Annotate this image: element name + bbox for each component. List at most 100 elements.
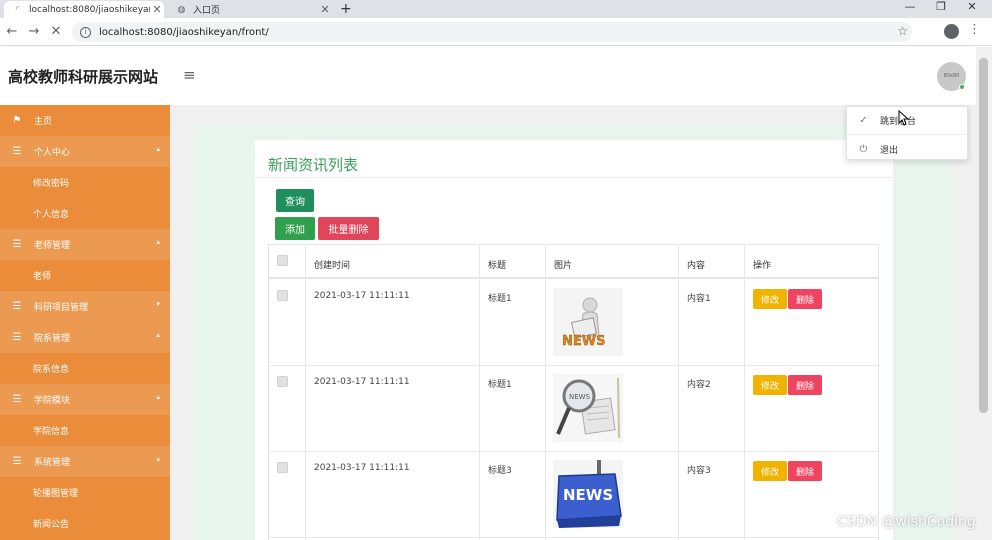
sidebar-item-label: 主页 xyxy=(34,117,53,127)
caret-up-icon: ▴ xyxy=(156,331,160,339)
menu-item-logout[interactable]: ⏻ 退出 xyxy=(847,137,967,161)
sidebar-group-department-management[interactable]: ☰ 院系管理 ▴ xyxy=(0,322,170,353)
column-divider xyxy=(479,244,480,540)
column-divider xyxy=(744,244,745,540)
sidebar-item-label: 系统管理 xyxy=(34,458,71,468)
sidebar-item-home[interactable]: ⚑ 主页 xyxy=(0,105,170,136)
select-all-checkbox[interactable] xyxy=(277,255,288,266)
mouse-cursor-icon xyxy=(898,110,910,126)
column-header-content: 内容 xyxy=(687,261,706,271)
restore-icon[interactable]: ❐ xyxy=(926,0,956,16)
site-title: 高校教师科研展示网站 xyxy=(8,68,159,86)
sidebar-item-personal-info[interactable]: 个人信息 xyxy=(0,198,170,229)
sidebar-item-teacher[interactable]: 老师 xyxy=(0,260,170,291)
sidebar-item-news-notice[interactable]: 新闻公告 xyxy=(0,508,170,539)
column-header-title: 标题 xyxy=(488,261,507,271)
row-divider xyxy=(268,537,879,538)
column-header-image: 图片 xyxy=(554,261,573,271)
row-created-time: 2021-03-17 11:11:11 xyxy=(314,291,410,301)
menu-item-label: 退出 xyxy=(880,145,899,156)
sidebar-item-change-password[interactable]: 修改密码 xyxy=(0,167,170,198)
watermark: CSDN @wishCoding xyxy=(837,514,976,530)
browser-tab-active[interactable]: ◜ localhost:8080/jiaoshikeyan/fr ✕ xyxy=(4,1,164,18)
caret-up-icon: ▴ xyxy=(156,238,160,246)
flag-icon: ⚑ xyxy=(12,115,22,126)
column-divider xyxy=(545,244,546,540)
sidebar-group-personal-center[interactable]: ☰ 个人中心 ▴ xyxy=(0,136,170,167)
hamburger-menu-icon[interactable]: ≡ xyxy=(183,66,196,84)
sidebar-item-label: 学院信息 xyxy=(33,427,70,437)
close-window-icon[interactable]: ✕ xyxy=(957,0,987,16)
column-divider xyxy=(678,244,679,540)
sidebar-item-label: 院系信息 xyxy=(33,365,70,375)
url-text: localhost:8080/jiaoshikeyan/front/ xyxy=(99,26,269,38)
tab-close-icon[interactable]: ✕ xyxy=(318,3,332,16)
sidebar-item-label: 修改密码 xyxy=(33,179,70,189)
row-content: 内容3 xyxy=(687,466,711,476)
sidebar-item-label: 院系管理 xyxy=(34,334,71,344)
menu-divider xyxy=(847,134,967,135)
sidebar-item-label: 老师管理 xyxy=(34,241,71,251)
svg-text:NEWS: NEWS xyxy=(563,486,613,504)
browser-tab[interactable]: ◍ 入口页 ✕ xyxy=(168,1,332,18)
caret-up-icon: ▴ xyxy=(156,455,160,463)
minimize-icon[interactable]: — xyxy=(895,0,925,16)
svg-text:NEWS: NEWS xyxy=(562,334,605,349)
list-icon: ☰ xyxy=(12,301,22,312)
globe-icon: ◍ xyxy=(177,4,186,15)
edit-button[interactable]: 修改 xyxy=(753,461,787,481)
row-content: 内容2 xyxy=(687,380,711,390)
row-checkbox[interactable] xyxy=(277,462,288,473)
check-icon: ✓ xyxy=(859,114,868,126)
sidebar-group-system-management[interactable]: ☰ 系统管理 ▴ xyxy=(0,446,170,477)
news-key-image: NEWS xyxy=(553,460,623,528)
delete-button[interactable]: 删除 xyxy=(788,375,822,395)
info-icon[interactable]: i xyxy=(80,26,91,38)
batch-delete-button[interactable]: 批量删除 xyxy=(318,217,379,240)
row-checkbox[interactable] xyxy=(277,290,288,301)
row-divider xyxy=(268,365,879,366)
app-header: 高校教师科研展示网站 ≡ 80x80 xyxy=(0,47,976,105)
row-content: 内容1 xyxy=(687,294,711,304)
scrollbar-thumb[interactable] xyxy=(979,58,988,413)
loading-icon: ◜ xyxy=(15,4,20,15)
profile-icon[interactable] xyxy=(944,24,959,39)
sidebar-group-research-projects[interactable]: ☰ 科研项目管理 ▾ xyxy=(0,291,170,322)
news-figure-image: NEWS xyxy=(553,288,623,356)
sidebar-group-college-module[interactable]: ☰ 学院模块 ▴ xyxy=(0,384,170,415)
list-icon: ☰ xyxy=(12,239,22,250)
sidebar-item-label: 新闻公告 xyxy=(33,520,70,530)
delete-button[interactable]: 删除 xyxy=(788,461,822,481)
back-icon[interactable]: ← xyxy=(4,24,20,40)
page-title: 新闻资讯列表 xyxy=(268,156,359,174)
caret-up-icon: ▴ xyxy=(156,145,160,153)
tab-close-icon[interactable]: ✕ xyxy=(150,3,164,16)
delete-button[interactable]: 删除 xyxy=(788,289,822,309)
add-button[interactable]: 添加 xyxy=(275,217,315,240)
forward-icon[interactable]: → xyxy=(26,24,42,40)
edit-button[interactable]: 修改 xyxy=(753,289,787,309)
stop-loading-icon[interactable]: ✕ xyxy=(48,24,64,40)
edit-button[interactable]: 修改 xyxy=(753,375,787,395)
sidebar-item-carousel-management[interactable]: 轮播图管理 xyxy=(0,477,170,508)
row-divider xyxy=(268,451,879,452)
sidebar-item-college-info[interactable]: 学院信息 xyxy=(0,415,170,446)
url-input[interactable]: i localhost:8080/jiaoshikeyan/front/ ☆ xyxy=(72,22,912,42)
row-created-time: 2021-03-17 11:11:11 xyxy=(314,377,410,387)
bookmark-star-icon[interactable]: ☆ xyxy=(897,24,908,38)
sidebar: ⚑ 主页 ☰ 个人中心 ▴ 修改密码 个人信息 ☰ 老师管理 ▴ 老师 ☰ 科研… xyxy=(0,105,170,540)
more-menu-icon[interactable]: ⋮ xyxy=(968,22,981,37)
title-divider xyxy=(255,177,893,178)
row-checkbox[interactable] xyxy=(277,376,288,387)
sidebar-item-label: 个人信息 xyxy=(33,210,70,220)
tab-title: 入口页 xyxy=(193,6,221,16)
column-header-actions: 操作 xyxy=(753,261,772,271)
new-tab-icon[interactable]: + xyxy=(340,1,352,17)
list-icon: ☰ xyxy=(12,456,22,467)
sidebar-group-teacher-management[interactable]: ☰ 老师管理 ▴ xyxy=(0,229,170,260)
sidebar-item-department-info[interactable]: 院系信息 xyxy=(0,353,170,384)
table-header-row xyxy=(268,244,879,279)
online-status-dot xyxy=(959,84,965,90)
row-title: 标题1 xyxy=(488,294,512,304)
query-button[interactable]: 查询 xyxy=(276,189,314,212)
